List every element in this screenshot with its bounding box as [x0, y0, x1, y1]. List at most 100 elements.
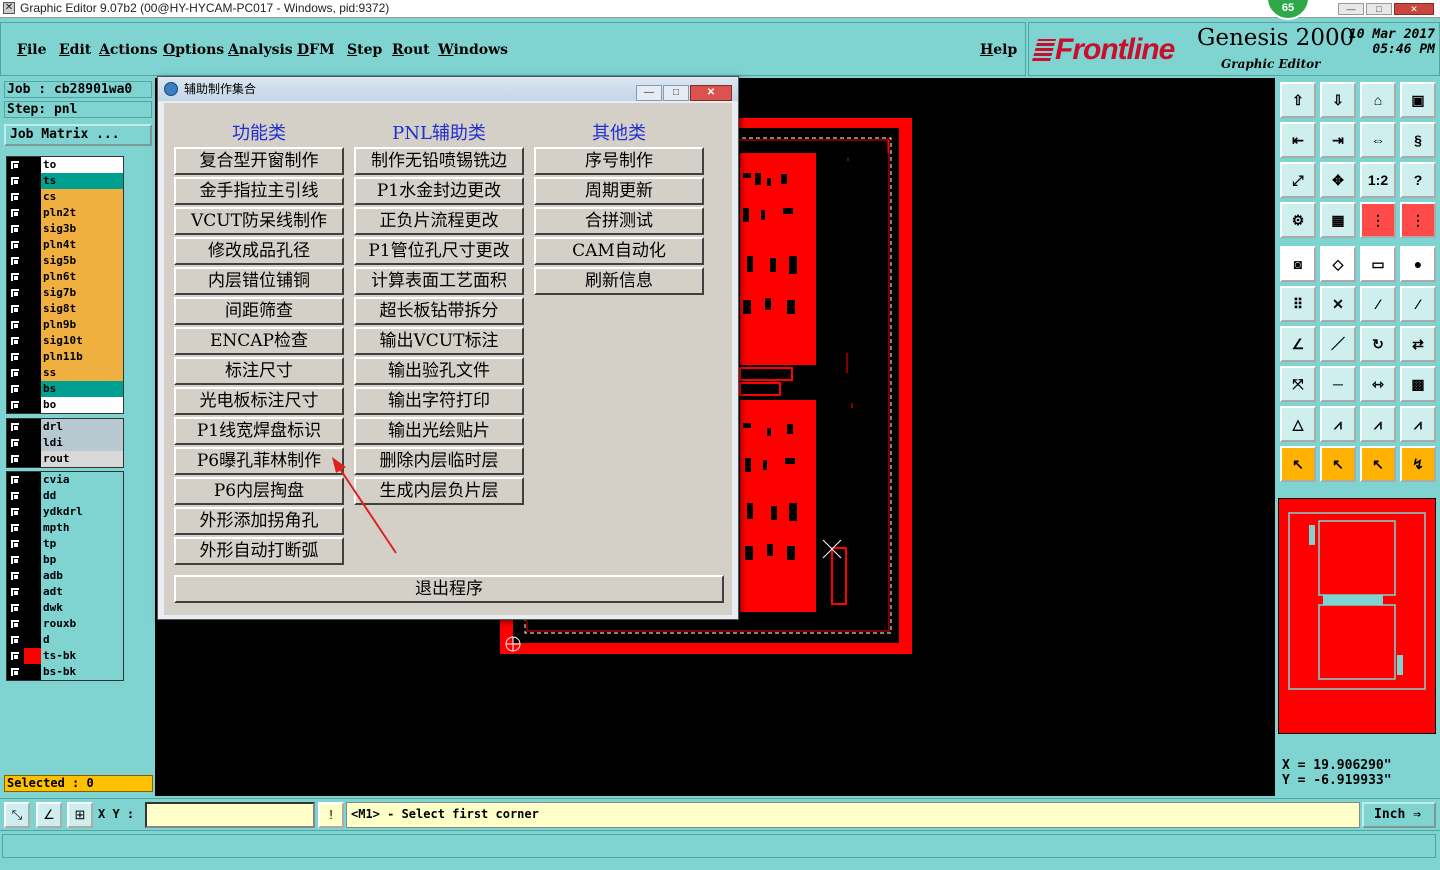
- line-pt-icon[interactable]: ⁄: [1360, 286, 1396, 322]
- dialog-button-col1-2[interactable]: VCUT防呆线制作: [174, 207, 344, 235]
- left-arrow-icon[interactable]: ⇤: [1280, 122, 1316, 158]
- layer-row[interactable]: pln4t: [7, 237, 123, 253]
- line-pt2-icon[interactable]: ⁄: [1400, 286, 1436, 322]
- alert-icon[interactable]: !: [318, 802, 344, 828]
- layer-color-swatch[interactable]: [24, 253, 41, 269]
- layer-checkbox[interactable]: [10, 368, 20, 378]
- dialog-button-col2-8[interactable]: 输出字符打印: [354, 387, 524, 415]
- layer-row[interactable]: bo: [7, 397, 123, 413]
- menu-step[interactable]: Step: [347, 42, 382, 58]
- select-path-icon[interactable]: ↯: [1400, 446, 1436, 482]
- line2-icon[interactable]: ／: [1320, 326, 1356, 362]
- grid-snap-icon[interactable]: ⊞: [67, 802, 93, 828]
- dialog-button-col3-1[interactable]: 周期更新: [534, 177, 704, 205]
- layer-row[interactable]: sig10t: [7, 333, 123, 349]
- layer-row[interactable]: cs: [7, 189, 123, 205]
- dialog-button-col1-12[interactable]: 外形添加拐角孔: [174, 507, 344, 535]
- layer-row[interactable]: sig8t: [7, 301, 123, 317]
- layer-color-swatch[interactable]: [24, 488, 41, 504]
- layer-color-swatch[interactable]: [24, 536, 41, 552]
- layer-name[interactable]: bp: [41, 552, 123, 568]
- layer-color-swatch[interactable]: [24, 504, 41, 520]
- dialog-button-col2-1[interactable]: P1水金封边更改: [354, 177, 524, 205]
- layer-name[interactable]: rouxb: [41, 616, 123, 632]
- layer-row[interactable]: pln11b: [7, 349, 123, 365]
- layer-checkbox[interactable]: [10, 587, 20, 597]
- layer-checkbox[interactable]: [10, 523, 20, 533]
- dialog-button-col1-13[interactable]: 外形自动打断弧: [174, 537, 344, 565]
- layer-name[interactable]: sig7b: [41, 285, 123, 301]
- dialog-button-col3-2[interactable]: 合拼测试: [534, 207, 704, 235]
- dialog-button-col2-7[interactable]: 输出验孔文件: [354, 357, 524, 385]
- home-top-icon[interactable]: ⇧: [1280, 82, 1316, 118]
- layer-checkbox[interactable]: [10, 192, 20, 202]
- menu-help[interactable]: Help: [980, 42, 1017, 58]
- measure-icon[interactable]: ⚙: [1280, 202, 1316, 238]
- layer-color-swatch[interactable]: [24, 173, 41, 189]
- layer-row[interactable]: bs-bk: [7, 664, 123, 680]
- dialog-button-col1-4[interactable]: 内层错位铺铜: [174, 267, 344, 295]
- layer-name[interactable]: ss: [41, 365, 123, 381]
- layer-row[interactable]: d: [7, 632, 123, 648]
- layer-name[interactable]: pln6t: [41, 269, 123, 285]
- layer-row[interactable]: drl: [7, 419, 123, 435]
- menu-analysis[interactable]: Analysis: [228, 42, 293, 58]
- layer-checkbox[interactable]: [10, 256, 20, 266]
- layer-checkbox[interactable]: [10, 208, 20, 218]
- dialog-button-col3-0[interactable]: 序号制作: [534, 147, 704, 175]
- overview-minimap[interactable]: [1278, 498, 1436, 734]
- layer-name[interactable]: bo: [41, 397, 123, 413]
- zoom-fit-icon[interactable]: ⤢: [1280, 162, 1316, 198]
- menu-actions[interactable]: Actions: [99, 42, 158, 58]
- layer-color-swatch[interactable]: [24, 520, 41, 536]
- layer-checkbox[interactable]: [10, 352, 20, 362]
- arc-icon[interactable]: ↻: [1360, 326, 1396, 362]
- layer-checkbox[interactable]: [10, 555, 20, 565]
- layer-color-swatch[interactable]: [24, 397, 41, 413]
- layer-row[interactable]: rouxb: [7, 616, 123, 632]
- layer-red-icon[interactable]: ⋮: [1360, 202, 1396, 238]
- layer-row[interactable]: ldi: [7, 435, 123, 451]
- dialog-button-col1-3[interactable]: 修改成品孔径: [174, 237, 344, 265]
- dialog-button-col2-3[interactable]: P1管位孔尺寸更改: [354, 237, 524, 265]
- exit-program-button[interactable]: 退出程序: [174, 575, 724, 603]
- layer-checkbox[interactable]: [10, 422, 20, 432]
- layer-name[interactable]: to: [41, 157, 123, 173]
- menu-file[interactable]: File: [17, 42, 47, 58]
- layer-checkbox[interactable]: [10, 400, 20, 410]
- layer-row[interactable]: ydkdrl: [7, 504, 123, 520]
- layer-color-swatch[interactable]: [24, 472, 41, 488]
- home-bottom-icon[interactable]: ⇩: [1320, 82, 1356, 118]
- layer-name[interactable]: ts: [41, 173, 123, 189]
- layer-row[interactable]: dwk: [7, 600, 123, 616]
- tri4-icon[interactable]: ⩘: [1400, 406, 1436, 442]
- menu-rout[interactable]: Rout: [392, 42, 430, 58]
- layer-color-swatch[interactable]: [24, 237, 41, 253]
- tri3-icon[interactable]: ⩘: [1360, 406, 1396, 442]
- layer-name[interactable]: sig3b: [41, 221, 123, 237]
- layer-row[interactable]: pln6t: [7, 269, 123, 285]
- swap-icon[interactable]: ⇔: [1360, 122, 1396, 158]
- layer-checkbox[interactable]: [10, 320, 20, 330]
- layer-name[interactable]: rout: [41, 451, 123, 467]
- tri2-icon[interactable]: ⩘: [1320, 406, 1356, 442]
- dialog-button-col2-5[interactable]: 超长板钻带拆分: [354, 297, 524, 325]
- layer-name[interactable]: pln2t: [41, 205, 123, 221]
- dialog-button-col1-9[interactable]: P1线宽焊盘标识: [174, 417, 344, 445]
- layer-name[interactable]: drl: [41, 419, 123, 435]
- layer-name[interactable]: cs: [41, 189, 123, 205]
- dim-icon[interactable]: ⇿: [1360, 366, 1396, 402]
- layer-row[interactable]: ts-bk: [7, 648, 123, 664]
- layer-color-swatch[interactable]: [24, 365, 41, 381]
- grid-icon[interactable]: ▦: [1320, 202, 1356, 238]
- dialog-maximize-icon[interactable]: □: [663, 85, 689, 101]
- layer-name[interactable]: bs: [41, 381, 123, 397]
- layer-color-swatch[interactable]: [24, 269, 41, 285]
- zoom-area-icon[interactable]: ⤡: [4, 802, 30, 828]
- layer-color-swatch[interactable]: [24, 205, 41, 221]
- layer-checkbox[interactable]: [10, 507, 20, 517]
- layer-color-swatch[interactable]: [24, 435, 41, 451]
- group-icon[interactable]: ▩: [1400, 366, 1436, 402]
- maximize-icon[interactable]: □: [1366, 3, 1392, 15]
- dialog-button-col1-6[interactable]: ENCAP检查: [174, 327, 344, 355]
